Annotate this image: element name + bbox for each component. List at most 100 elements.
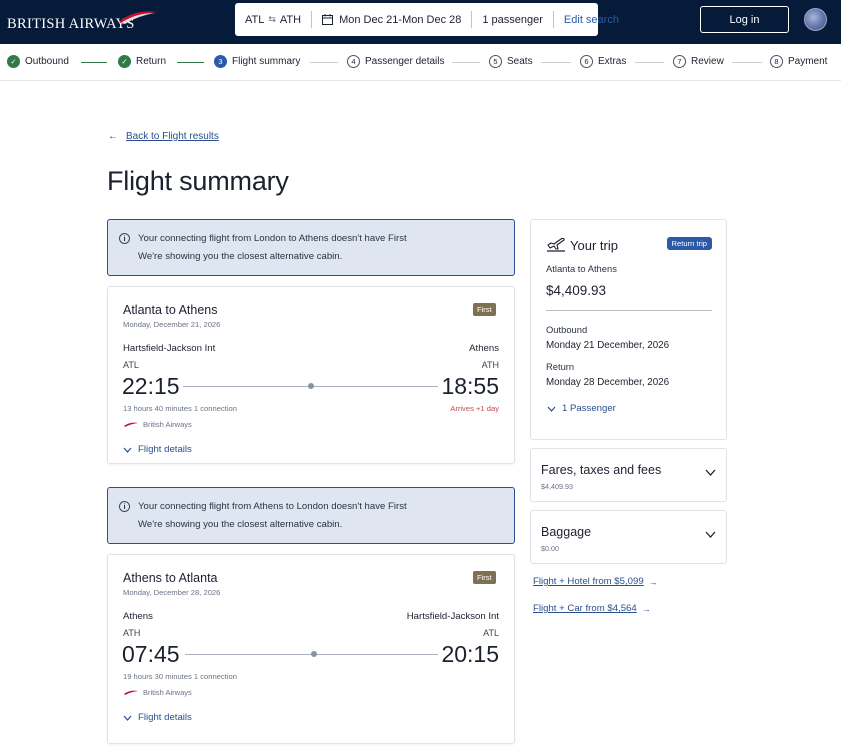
booking-progress: ✓ Outbound ✓ Return 3 Flight summary 4 P… [0,44,841,81]
arrives-next-day: Arrives +1 day [450,404,499,413]
chevron-down-icon [123,447,132,453]
arrival-airport: Athens [469,343,499,354]
airline-name: British Airways [143,688,192,697]
logo-text: BRITISH AIRWAYS [7,16,135,32]
departure-code: ATH [123,628,141,638]
arrow-right-icon: → [641,603,651,614]
passengers-toggle[interactable]: 1 Passenger [547,403,616,414]
trip-total-price: $4,409.93 [546,283,607,298]
connection-dot [308,383,314,389]
calendar-icon [322,14,334,25]
speedmarque-icon [124,422,138,427]
accordion-amount: $4,409.93 [541,482,573,491]
step-connector [310,62,338,63]
back-to-results-link[interactable]: ← Back to Flight results [108,131,219,142]
step-extras: 6 Extras [580,55,626,68]
chevron-down-icon [547,406,556,412]
step-number: 6 [580,55,593,68]
departure-airport: Athens [123,611,153,622]
british-airways-logo[interactable]: BRITISH AIRWAYS [7,9,157,35]
passengers-summary[interactable]: 1 passenger [471,11,553,28]
plane-takeoff-icon [547,237,565,252]
departure-airport: Hartsfield-Jackson Int [123,343,216,354]
trip-route: Atlanta to Athens [546,263,617,274]
divider [546,310,712,311]
cabin-badge: First [473,571,496,584]
language-globe-icon[interactable] [804,8,827,31]
notice-message: Your connecting flight from London to At… [138,233,407,244]
swap-icon: ⇆ [268,14,276,24]
flight-details-toggle[interactable]: Flight details [123,712,192,723]
step-label: Seats [507,56,533,67]
upsell-label: Flight + Car from $4,564 [533,603,637,614]
upsell-label: Flight + Hotel from $5,099 [533,576,644,587]
top-bar: BRITISH AIRWAYS ATL ⇆ ATH Mon Dec 21-Mon… [0,0,841,44]
login-button[interactable]: Log in [700,6,789,33]
step-payment: 8 Payment [770,55,827,68]
step-outbound[interactable]: ✓ Outbound [7,55,69,68]
cabin-badge: First [473,303,496,316]
arrow-left-icon: ← [108,131,118,142]
airline-name: British Airways [143,420,192,429]
operating-airline: British Airways [124,688,192,697]
arrow-right-icon: → [648,576,658,587]
chevron-down-icon [123,715,132,721]
fares-taxes-fees-accordion[interactable]: Fares, taxes and fees $4,409.93 [530,448,727,502]
trip-title: Your trip [570,238,618,253]
route-summary[interactable]: ATL ⇆ ATH [235,11,311,28]
accordion-amount: $0.00 [541,544,559,553]
back-link-label: Back to Flight results [126,131,219,142]
dates-text: Mon Dec 21-Mon Dec 28 [339,13,462,26]
search-summary[interactable]: ATL ⇆ ATH Mon Dec 21-Mon Dec 28 1 passen… [235,3,619,36]
departure-time: 22:15 [122,373,180,399]
notice-message: Your connecting flight from Athens to Lo… [138,501,407,512]
passengers-label: 1 Passenger [562,403,616,414]
arrival-time: 20:15 [441,641,499,667]
flight-duration: 13 hours 40 minutes 1 connection [123,404,237,413]
check-icon: ✓ [118,55,131,68]
step-connector [732,62,762,63]
arrival-airport: Hartsfield-Jackson Int [406,611,499,622]
info-icon: i [119,233,130,244]
speedmarque-icon [124,690,138,695]
flight-date: Monday, December 21, 2026 [123,320,221,329]
step-number: 8 [770,55,783,68]
trip-summary-card: Your trip Return trip Atlanta to Athens … [530,219,727,440]
step-review: 7 Review [673,55,724,68]
arrival-code: ATH [481,360,499,370]
check-icon: ✓ [7,55,20,68]
edit-search-link[interactable]: Edit search [552,11,629,28]
speedmarque-icon [119,11,157,24]
outbound-flight-card: Atlanta to Athens Monday, December 21, 2… [107,286,515,464]
step-connector [177,62,204,63]
passengers-text: 1 passenger [482,13,543,26]
info-icon: i [119,501,130,512]
step-label: Extras [598,56,627,67]
outbound-date: Monday 21 December, 2026 [546,340,670,351]
accordion-title: Fares, taxes and fees [541,463,662,477]
cabin-notice: i Your connecting flight from Athens to … [107,487,515,544]
flight-hotel-link[interactable]: Flight + Hotel from $5,099 → [533,576,658,587]
step-seats: 5 Seats [489,55,533,68]
accordion-title: Baggage [541,525,592,539]
flight-car-link[interactable]: Flight + Car from $4,564 → [533,603,651,614]
dates-summary[interactable]: Mon Dec 21-Mon Dec 28 [311,11,471,28]
step-label: Flight summary [232,56,301,67]
step-connector [541,62,571,63]
step-label: Review [691,56,724,67]
chevron-down-icon [705,469,716,476]
flight-details-toggle[interactable]: Flight details [123,444,192,455]
return-flight-card: Athens to Atlanta Monday, December 28, 2… [107,554,515,744]
flight-route: Athens to Atlanta [123,571,218,585]
operating-airline: British Airways [124,420,192,429]
origin-code: ATL [245,13,265,26]
step-connector [635,62,664,63]
step-return[interactable]: ✓ Return [118,55,166,68]
baggage-accordion[interactable]: Baggage $0.00 [530,510,727,564]
step-flight-summary: 3 Flight summary [214,55,300,68]
flight-details-label: Flight details [138,444,192,455]
step-passenger-details: 4 Passenger details [347,55,445,68]
page-title: Flight summary [107,166,289,196]
step-number: 7 [673,55,686,68]
outbound-label: Outbound [546,324,588,335]
